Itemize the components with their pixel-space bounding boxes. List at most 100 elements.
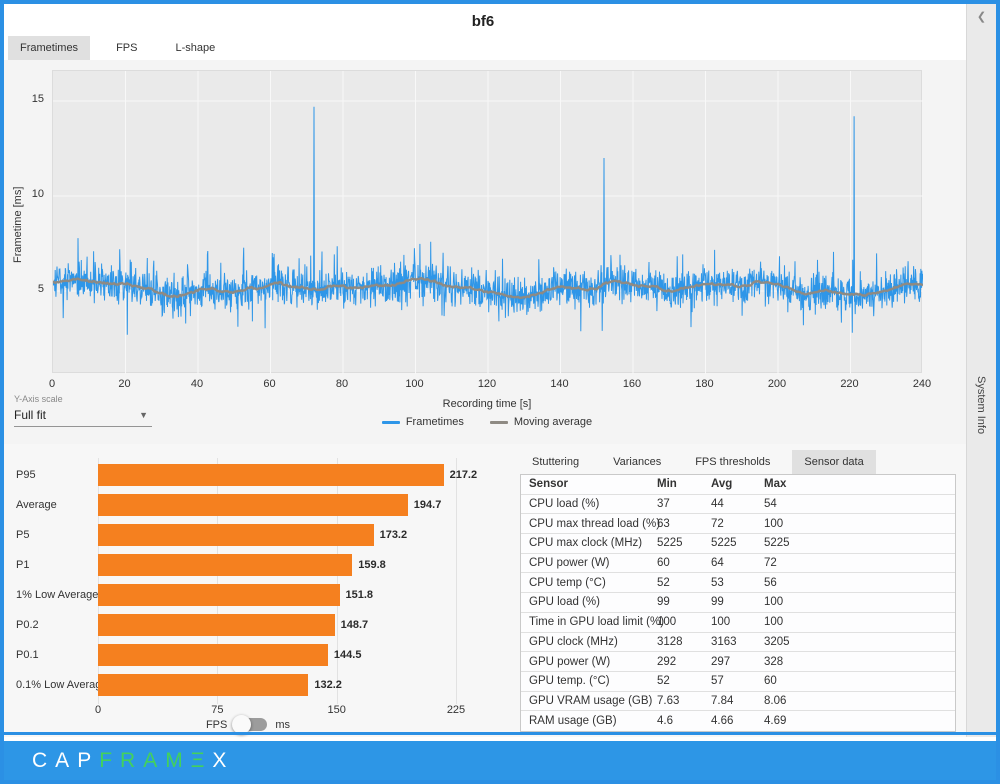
- sensor-value-cell: 72: [711, 518, 764, 530]
- y-axis-scale-control: Y-Axis scale Full fit ▼: [14, 394, 152, 427]
- header-cell: Min: [657, 478, 711, 490]
- sensor-value-cell: 72: [764, 557, 824, 569]
- sensor-value-cell: 3205: [764, 636, 824, 648]
- bar-value-label: 159.8: [358, 554, 386, 576]
- bar-p0-1: [98, 644, 328, 666]
- sensor-value-cell: 64: [711, 557, 764, 569]
- sensor-table-header: SensorMinAvgMax: [521, 475, 955, 495]
- x-tick: 40: [177, 378, 217, 390]
- x-tick: 240: [902, 378, 942, 390]
- sensor-value-cell: 60: [764, 675, 824, 687]
- record-title: bf6: [472, 13, 495, 30]
- sensor-value-cell: 8.06: [764, 695, 824, 707]
- bar-category-label: 1% Low Average: [16, 584, 98, 606]
- unit-toggle-row: FPS ms: [98, 718, 398, 731]
- main-tab-strip: Frametimes FPS L-shape: [8, 36, 227, 60]
- bar-category-label: P0.2: [16, 614, 39, 636]
- sensor-name-cell: GPU power (W): [521, 656, 657, 668]
- sensor-name-cell: RAM usage (GB): [521, 715, 657, 727]
- collapse-chevron-icon[interactable]: ❮: [967, 10, 996, 23]
- bar-x-tick: 225: [436, 704, 476, 716]
- sensor-name-cell: CPU max thread load (%): [521, 518, 657, 530]
- chart-legend: Frametimes Moving average: [52, 416, 922, 428]
- bar-x-tick: 0: [78, 704, 118, 716]
- frametime-chart-panel: Frametime [ms] 5101502040608010012014016…: [4, 60, 966, 444]
- sensor-value-cell: 3128: [657, 636, 711, 648]
- legend-swatch: [382, 421, 400, 424]
- x-tick: 200: [757, 378, 797, 390]
- tab-sensor-data[interactable]: Sensor data: [792, 450, 875, 474]
- logo-letter: C: [32, 749, 55, 772]
- logo-letter: A: [143, 749, 165, 772]
- sensor-value-cell: 100: [764, 596, 824, 608]
- sensor-value-cell: 63: [657, 518, 711, 530]
- sensor-value-cell: 100: [764, 518, 824, 530]
- system-info-label[interactable]: System Info: [975, 376, 987, 434]
- sensor-value-cell: 56: [764, 577, 824, 589]
- fps-ms-toggle[interactable]: [235, 718, 267, 731]
- bar-p1: [98, 554, 352, 576]
- sensor-value-cell: 297: [711, 656, 764, 668]
- bar-value-label: 217.2: [450, 464, 478, 486]
- sensor-name-cell: CPU max clock (MHz): [521, 537, 657, 549]
- tab-fps[interactable]: FPS: [104, 36, 149, 60]
- legend-item: Frametimes: [382, 416, 464, 428]
- sensor-value-cell: 44: [711, 498, 764, 510]
- y-tick: 5: [10, 283, 44, 295]
- legend-label: Moving average: [514, 416, 592, 428]
- x-tick: 100: [395, 378, 435, 390]
- bar-value-label: 173.2: [380, 524, 408, 546]
- logo-letter: X: [212, 749, 234, 772]
- sensor-row: Time in GPU load limit (%)100100100: [521, 613, 955, 633]
- sensor-name-cell: CPU temp (°C): [521, 577, 657, 589]
- sensor-table: SensorMinAvgMaxCPU load (%)374454CPU max…: [520, 474, 956, 732]
- sensor-value-cell: 100: [657, 616, 711, 628]
- frametime-series: [53, 71, 923, 374]
- bar-category-label: P1: [16, 554, 29, 576]
- logo-letter: Ξ: [191, 749, 213, 772]
- legend-label: Frametimes: [406, 416, 464, 428]
- sensor-value-cell: 99: [657, 596, 711, 608]
- sensor-row: GPU temp. (°C)525760: [521, 672, 955, 692]
- bar-p95: [98, 464, 444, 486]
- tab-frametimes[interactable]: Frametimes: [8, 36, 90, 60]
- capframex-window: bf6 FrametimesFPSL-shape Frametime [ms] …: [0, 0, 1000, 784]
- bar-0-1-low-average: [98, 674, 308, 696]
- y-axis-scale-dropdown[interactable]: Full fit ▼: [14, 404, 152, 427]
- x-tick: 220: [830, 378, 870, 390]
- sensor-value-cell: 37: [657, 498, 711, 510]
- bar-gridline: [456, 458, 457, 704]
- sensor-row: GPU power (W)292297328: [521, 652, 955, 672]
- header: bf6: [4, 4, 962, 38]
- tab-fps-thresholds[interactable]: FPS thresholds: [683, 450, 782, 474]
- tab-stuttering[interactable]: Stuttering: [520, 450, 591, 474]
- x-tick: 0: [32, 378, 72, 390]
- tab-variances[interactable]: Variances: [601, 450, 673, 474]
- x-tick: 60: [250, 378, 290, 390]
- sensor-value-cell: 4.66: [711, 715, 764, 727]
- sensor-name-cell: Time in GPU load limit (%): [521, 616, 657, 628]
- sensor-value-cell: 57: [711, 675, 764, 687]
- analysis-panel: Stuttering Variances FPS thresholds Sensor …: [512, 444, 966, 737]
- x-tick: 80: [322, 378, 362, 390]
- sensor-value-cell: 99: [711, 596, 764, 608]
- ms-toggle-label: ms: [275, 719, 290, 731]
- sensor-value-cell: 7.63: [657, 695, 711, 707]
- y-tick: 10: [10, 188, 44, 200]
- sensor-name-cell: CPU power (W): [521, 557, 657, 569]
- logo-letter: F: [99, 749, 120, 772]
- system-info-sidebar[interactable]: ❮ System Info: [966, 4, 996, 737]
- bar-value-label: 194.7: [414, 494, 442, 516]
- sensor-row: GPU load (%)9999100: [521, 593, 955, 613]
- bar-average: [98, 494, 408, 516]
- sensor-value-cell: 292: [657, 656, 711, 668]
- sensor-row: CPU temp (°C)525356: [521, 573, 955, 593]
- frametime-plot[interactable]: [52, 70, 922, 373]
- bar-value-label: 151.8: [346, 584, 374, 606]
- sensor-row: CPU max clock (MHz)522552255225: [521, 534, 955, 554]
- tab-l-shape[interactable]: L-shape: [163, 36, 227, 60]
- y-axis-scale-label: Y-Axis scale: [14, 394, 152, 404]
- logo-letter: M: [165, 749, 191, 772]
- sensor-name-cell: GPU temp. (°C): [521, 675, 657, 687]
- sensor-value-cell: 100: [711, 616, 764, 628]
